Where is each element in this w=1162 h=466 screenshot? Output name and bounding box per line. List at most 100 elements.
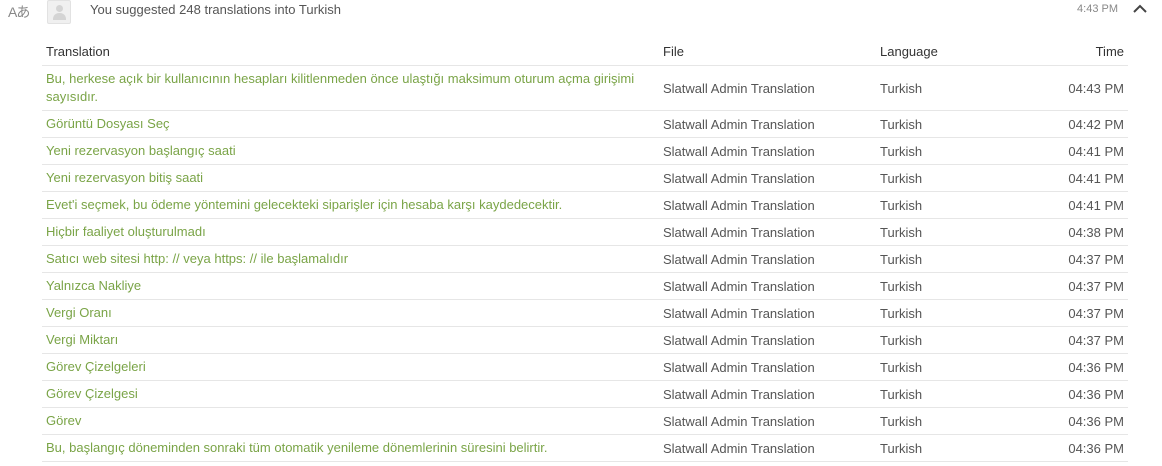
time-cell: 04:43 PM: [1026, 65, 1128, 111]
language-cell: Turkish: [876, 137, 1026, 165]
translation-link[interactable]: Görev Çizelgesi: [46, 386, 138, 401]
time-cell: 04:36 PM: [1026, 353, 1128, 381]
avatar[interactable]: [47, 0, 71, 24]
file-cell: Slatwall Admin Translation: [659, 245, 876, 273]
translation-cell: Bu, herkese açık bir kullanıcının hesapl…: [42, 65, 659, 111]
translation-cell: Satıcı web sitesi http: // veya https: /…: [42, 245, 659, 273]
file-cell: Slatwall Admin Translation: [659, 164, 876, 192]
chevron-up-icon: [1133, 4, 1147, 13]
language-cell: Turkish: [876, 299, 1026, 327]
avatar-head: [56, 5, 63, 12]
translation-cell: Görev Çizelgesi: [42, 380, 659, 408]
file-cell: Slatwall Admin Translation: [659, 191, 876, 219]
file-cell: Slatwall Admin Translation: [659, 137, 876, 165]
translation-link[interactable]: Görev: [46, 413, 81, 428]
translation-cell: Vergi Miktarı: [42, 326, 659, 354]
language-cell: Turkish: [876, 272, 1026, 300]
language-cell: Turkish: [876, 164, 1026, 192]
table-header-row: Translation File Language Time: [42, 38, 1128, 66]
translation-link[interactable]: Vergi Miktarı: [46, 332, 118, 347]
language-cell: Turkish: [876, 65, 1026, 111]
file-cell: Slatwall Admin Translation: [659, 353, 876, 381]
translation-cell: Görev: [42, 407, 659, 435]
translation-cell: Yeni rezervasyon bitiş saati: [42, 164, 659, 192]
time-cell: 04:37 PM: [1026, 245, 1128, 273]
language-cell: Turkish: [876, 353, 1026, 381]
time-cell: 04:37 PM: [1026, 326, 1128, 354]
language-cell: Turkish: [876, 191, 1026, 219]
file-cell: Slatwall Admin Translation: [659, 110, 876, 138]
file-cell: Slatwall Admin Translation: [659, 65, 876, 111]
time-cell: 04:36 PM: [1026, 407, 1128, 435]
table-row: Yeni rezervasyon bitiş saati Slatwall Adm…: [42, 164, 1128, 192]
translation-link[interactable]: Yeni rezervasyon başlangıç saati: [46, 143, 236, 158]
language-cell: Turkish: [876, 110, 1026, 138]
translation-link[interactable]: Görüntü Dosyası Seç: [46, 116, 170, 131]
collapse-button[interactable]: [1132, 2, 1148, 16]
file-cell: Slatwall Admin Translation: [659, 380, 876, 408]
translation-cell: Görev Çizelgeleri: [42, 353, 659, 381]
file-cell: Slatwall Admin Translation: [659, 218, 876, 246]
table-row: Bu, herkese açık bir kullanıcının hesapl…: [42, 65, 1128, 111]
table-row: Görüntü Dosyası Seç Slatwall Admin Transl…: [42, 110, 1128, 138]
language-cell: Turkish: [876, 218, 1026, 246]
activity-time: 4:43 PM: [1077, 3, 1118, 15]
translation-link[interactable]: Yeni rezervasyon bitiş saati: [46, 170, 203, 185]
translations-table-container: Translation File Language Time Bu, herke…: [42, 38, 1128, 462]
translation-cell: Görüntü Dosyası Seç: [42, 110, 659, 138]
table-row: Evet'i seçmek, bu ödeme yöntemini gelece…: [42, 191, 1128, 219]
table-row: Yalnızca Nakliye Slatwall Admin Translati…: [42, 272, 1128, 300]
translate-icon: Aあ: [8, 4, 30, 20]
time-cell: 04:37 PM: [1026, 299, 1128, 327]
file-cell: Slatwall Admin Translation: [659, 326, 876, 354]
translation-link[interactable]: Yalnızca Nakliye: [46, 278, 141, 293]
translation-cell: Yalnızca Nakliye: [42, 272, 659, 300]
column-header-translation: Translation: [42, 38, 659, 66]
table-row: Görev Slatwall Admin Translation Turkish 04…: [42, 407, 1128, 435]
time-cell: 04:36 PM: [1026, 380, 1128, 408]
time-cell: 04:38 PM: [1026, 218, 1128, 246]
translation-link[interactable]: Bu, herkese açık bir kullanıcının hesapl…: [46, 71, 634, 104]
table-row: Görev Çizelgeleri Slatwall Admin Translat…: [42, 353, 1128, 381]
time-cell: 04:36 PM: [1026, 434, 1128, 462]
time-cell: 04:42 PM: [1026, 110, 1128, 138]
translation-cell: Vergi Oranı: [42, 299, 659, 327]
language-cell: Turkish: [876, 326, 1026, 354]
language-cell: Turkish: [876, 245, 1026, 273]
activity-summary: You suggested 248 translations into Turk…: [90, 2, 342, 17]
table-row: Bu, başlangıç döneminden sonraki tüm oto…: [42, 434, 1128, 462]
translation-link[interactable]: Hiçbir faaliyet oluşturulmadı: [46, 224, 206, 239]
time-cell: 04:37 PM: [1026, 272, 1128, 300]
activity-header: Aあ You suggested 248 translations into T…: [0, 0, 1162, 26]
language-cell: Turkish: [876, 434, 1026, 462]
translation-link[interactable]: Görev Çizelgeleri: [46, 359, 146, 374]
time-cell: 04:41 PM: [1026, 191, 1128, 219]
table-row: Yeni rezervasyon başlangıç saati Slatwall…: [42, 137, 1128, 165]
time-cell: 04:41 PM: [1026, 137, 1128, 165]
file-cell: Slatwall Admin Translation: [659, 407, 876, 435]
table-row: Vergi Miktarı Slatwall Admin Translation T…: [42, 326, 1128, 354]
column-header-language: Language: [876, 38, 1026, 66]
translation-cell: Evet'i seçmek, bu ödeme yöntemini gelece…: [42, 191, 659, 219]
avatar-body: [53, 13, 66, 20]
column-header-time: Time: [1026, 38, 1128, 66]
translation-link[interactable]: Evet'i seçmek, bu ödeme yöntemini gelece…: [46, 197, 562, 212]
translations-table: Translation File Language Time Bu, herke…: [42, 38, 1128, 462]
language-cell: Turkish: [876, 380, 1026, 408]
translation-link[interactable]: Vergi Oranı: [46, 305, 112, 320]
file-cell: Slatwall Admin Translation: [659, 434, 876, 462]
language-cell: Turkish: [876, 407, 1026, 435]
table-row: Vergi Oranı Slatwall Admin Translation Tur…: [42, 299, 1128, 327]
file-cell: Slatwall Admin Translation: [659, 272, 876, 300]
translation-link[interactable]: Satıcı web sitesi http: // veya https: /…: [46, 251, 348, 266]
translation-cell: Hiçbir faaliyet oluşturulmadı: [42, 218, 659, 246]
column-header-file: File: [659, 38, 876, 66]
time-cell: 04:41 PM: [1026, 164, 1128, 192]
file-cell: Slatwall Admin Translation: [659, 299, 876, 327]
table-row: Görev Çizelgesi Slatwall Admin Translatio…: [42, 380, 1128, 408]
translation-link[interactable]: Bu, başlangıç döneminden sonraki tüm oto…: [46, 440, 547, 455]
translation-cell: Bu, başlangıç döneminden sonraki tüm oto…: [42, 434, 659, 462]
translation-cell: Yeni rezervasyon başlangıç saati: [42, 137, 659, 165]
table-row: Hiçbir faaliyet oluşturulmadı Slatwall Ad…: [42, 218, 1128, 246]
table-row: Satıcı web sitesi http: // veya https: /…: [42, 245, 1128, 273]
